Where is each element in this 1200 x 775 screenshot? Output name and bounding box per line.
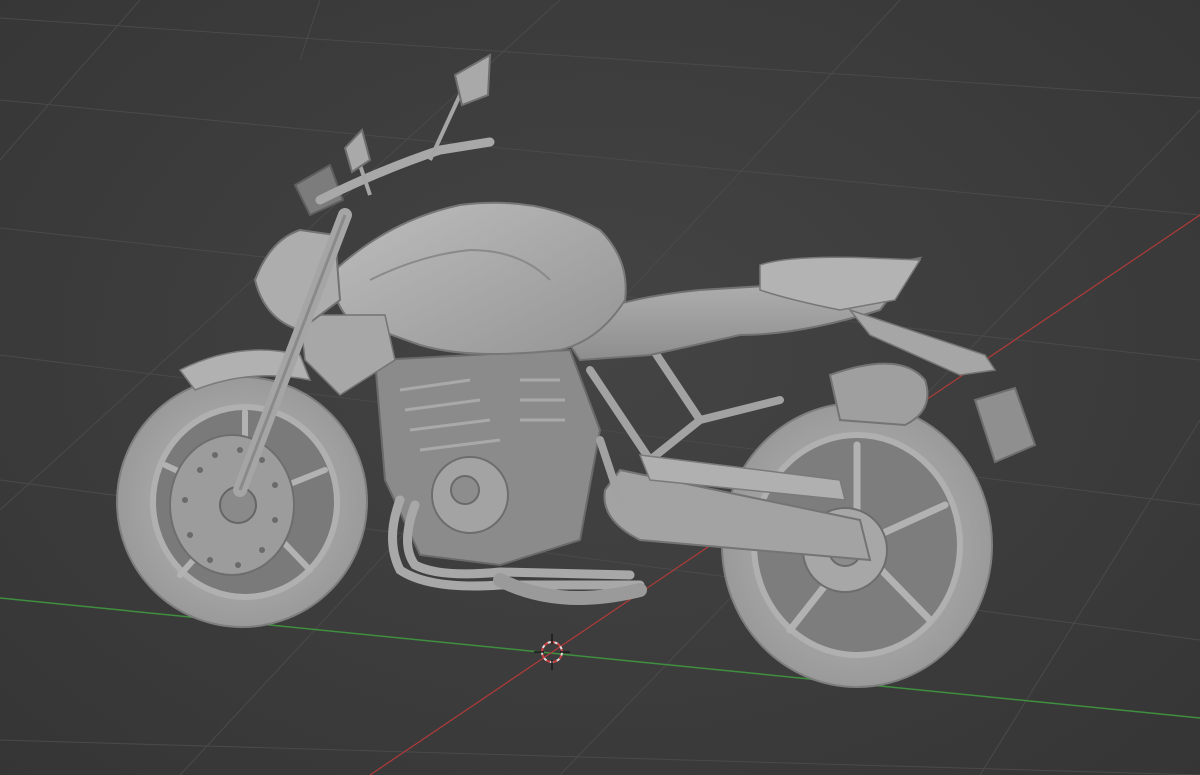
motorcycle-model[interactable]	[116, 53, 1037, 688]
3d-viewport[interactable]	[0, 0, 1200, 775]
mirror-left	[343, 128, 372, 174]
mirror-right	[453, 53, 492, 107]
viewport-canvas[interactable]	[0, 0, 1200, 775]
muffler	[828, 362, 929, 427]
license-plate	[973, 386, 1037, 464]
